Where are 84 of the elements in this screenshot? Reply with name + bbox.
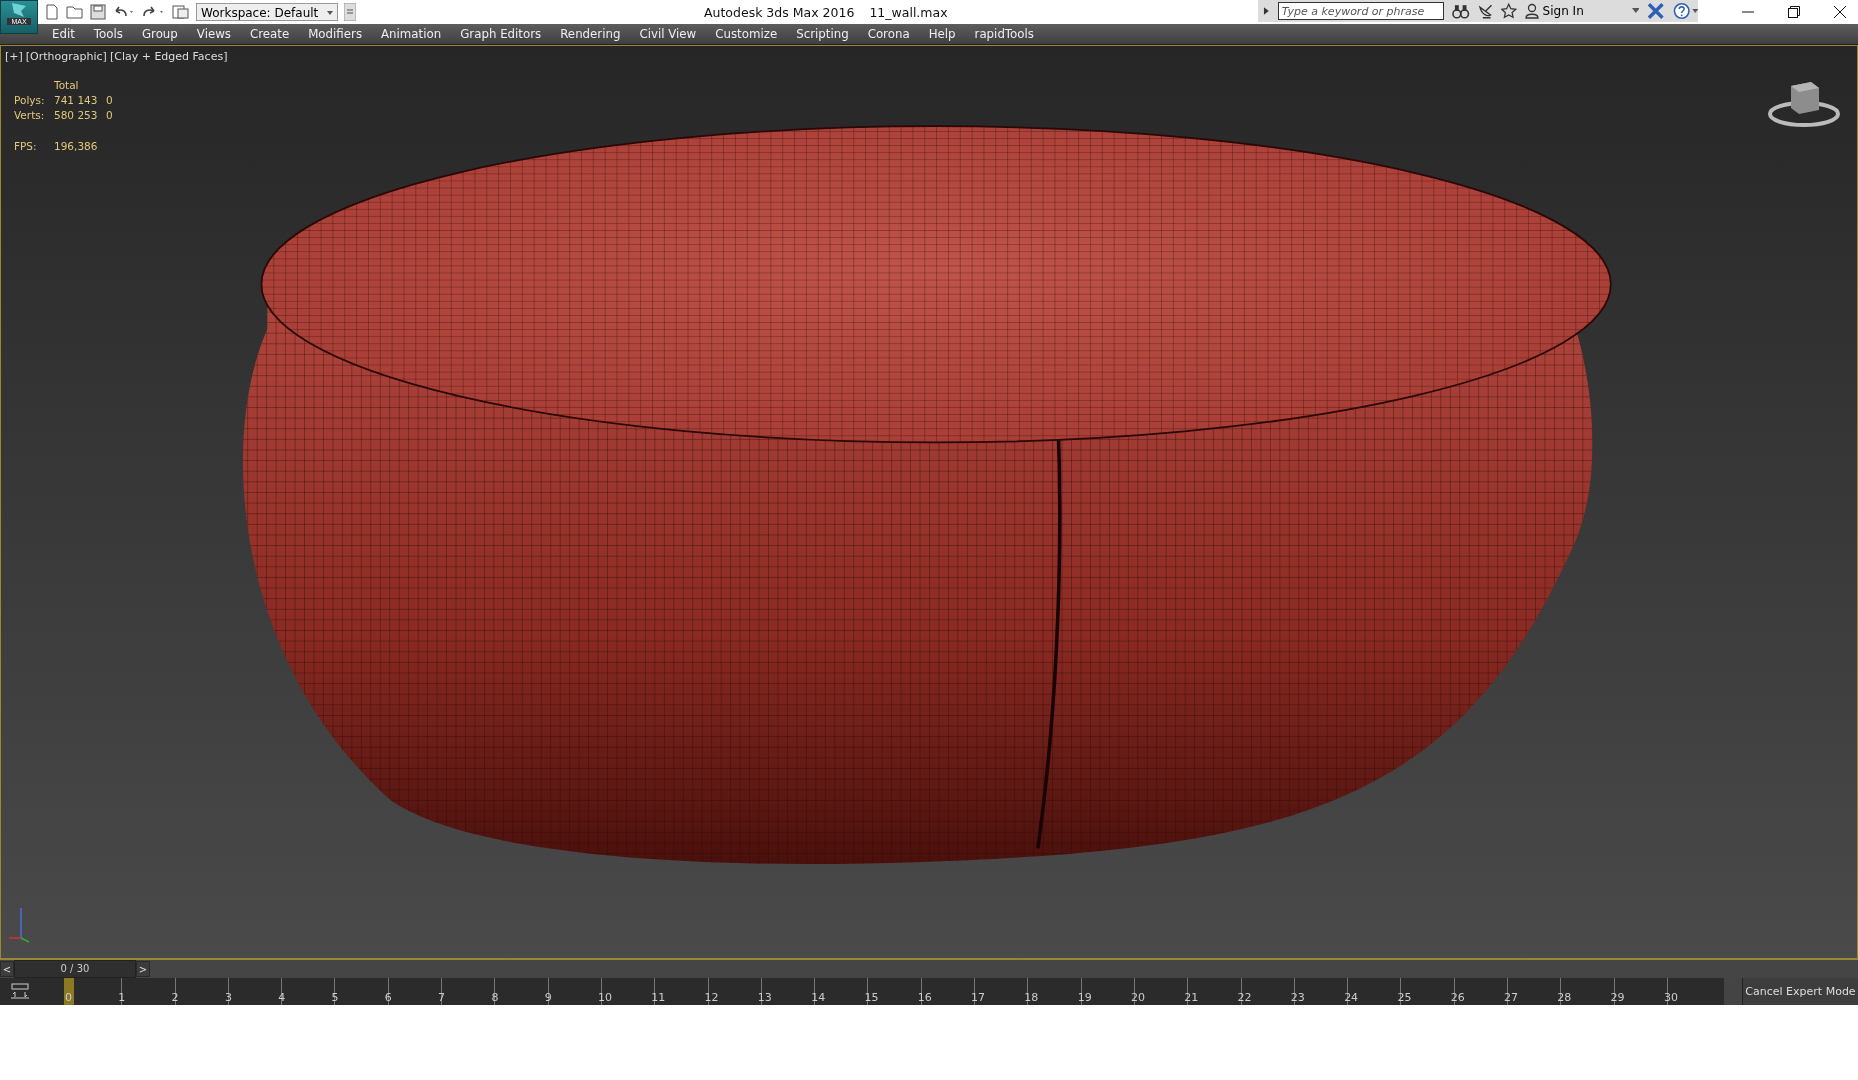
current-frame-marker[interactable] (64, 978, 74, 1005)
frame-number: 6 (384, 991, 392, 1004)
satellite-dish-icon[interactable] (1477, 3, 1494, 19)
frame-number: 11 (651, 991, 666, 1004)
stats-value: 0 (106, 94, 114, 106)
stats-header: Total (54, 79, 80, 91)
viewport-label[interactable]: [Orthographic] (25, 50, 107, 63)
frame-number: 19 (1077, 991, 1092, 1004)
frame-number: 27 (1504, 991, 1518, 1004)
menu-item[interactable]: Tools (93, 27, 123, 41)
stats-value: 0 (106, 109, 114, 121)
frame-number: 9 (544, 991, 552, 1004)
menu-item[interactable]: Corona (867, 27, 910, 41)
viewport-label[interactable]: [+] (5, 50, 23, 63)
workspace-dropdown[interactable]: Workspace: Default (196, 3, 338, 21)
open-folder-icon[interactable] (66, 4, 84, 20)
frame-number: 5 (331, 991, 339, 1004)
frame-number: 12 (704, 991, 719, 1004)
frame-number: 25 (1397, 991, 1412, 1004)
frame-number: 0 (65, 991, 72, 1004)
stats-label: Polys: (14, 94, 46, 106)
project-folder-icon[interactable] (172, 4, 190, 20)
frame-number: 28 (1557, 991, 1572, 1004)
new-file-icon[interactable] (44, 4, 60, 20)
menu-item[interactable]: Customize (715, 27, 778, 41)
menu-item[interactable]: Group (141, 27, 178, 41)
stats-label: Verts: (14, 109, 46, 121)
menu-item[interactable]: Animation (381, 27, 442, 41)
menu-item[interactable]: Views (196, 27, 231, 41)
help-icon[interactable] (1672, 2, 1698, 20)
next-frame-button[interactable]: > (136, 961, 150, 977)
frame-number: 17 (971, 991, 986, 1004)
frame-number: 26 (1450, 991, 1465, 1004)
fps-value: 196,386 (54, 140, 99, 152)
frame-number: 8 (491, 991, 499, 1004)
cancel-expert-mode-button[interactable]: Cancel Expert Mode (1742, 978, 1858, 1005)
menu-item[interactable]: Rendering (560, 27, 621, 41)
menu-item[interactable]: Edit (52, 27, 75, 41)
frame-number: 15 (864, 991, 879, 1004)
search-field[interactable]: Type a keyword or phrase (1277, 2, 1445, 20)
frame-number: 3 (224, 991, 232, 1004)
time-slider-thumb[interactable]: 0 / 30 (14, 960, 136, 978)
frame-number: 30 (1663, 991, 1678, 1004)
viewport-label[interactable]: [Clay + Edged Faces] (109, 50, 228, 63)
exchange-x-icon[interactable] (1647, 3, 1665, 19)
dropdown-arrow-icon[interactable] (1631, 8, 1640, 14)
frame-number: 23 (1290, 991, 1305, 1004)
frame-number: 13 (757, 991, 772, 1004)
menu-item[interactable]: Graph Editors (460, 27, 542, 41)
restore-icon[interactable] (1788, 6, 1800, 18)
frame-number: 24 (1344, 991, 1359, 1004)
menu-item[interactable]: Civil View (639, 27, 697, 41)
menu-item[interactable]: Scripting (796, 27, 849, 41)
frame-number: 20 (1130, 991, 1145, 1004)
menu-item[interactable]: Help (928, 27, 956, 41)
star-icon[interactable] (1501, 3, 1517, 19)
track-bar-icon[interactable] (10, 983, 30, 999)
frame-number: 21 (1184, 991, 1199, 1004)
frame-number: 1 (118, 991, 126, 1004)
binoculars-icon[interactable] (1452, 3, 1470, 19)
stats-value: 741 143 (54, 94, 99, 106)
logo-icon (9, 2, 29, 18)
frame-number: 4 (278, 991, 286, 1004)
file-name: 11_wall.max (869, 4, 948, 20)
frame-number: 16 (917, 991, 932, 1004)
frame-number: 18 (1024, 991, 1039, 1004)
fps-label: FPS: (14, 140, 38, 152)
close-icon[interactable] (1834, 6, 1846, 18)
frame-number: 7 (438, 991, 446, 1004)
frame-number: 29 (1610, 991, 1625, 1004)
frame-number: 22 (1237, 991, 1252, 1004)
expand-arrow-icon[interactable] (1262, 6, 1270, 16)
person-icon (1524, 3, 1539, 19)
sign-in-button[interactable]: Sign In (1524, 3, 1584, 19)
menu-item[interactable]: rapidTools (974, 27, 1034, 41)
frame-number: 14 (811, 991, 826, 1004)
menu-item[interactable]: Create (250, 27, 290, 41)
frame-number: 2 (171, 991, 179, 1004)
frame-number: 10 (597, 991, 612, 1004)
stats-value: 580 253 (54, 109, 99, 121)
window-title: Autodesk 3ds Max 2016 (704, 4, 855, 20)
previous-frame-button[interactable]: < (0, 961, 14, 977)
save-icon[interactable] (90, 4, 106, 20)
menu-item[interactable]: Modifiers (308, 27, 363, 41)
